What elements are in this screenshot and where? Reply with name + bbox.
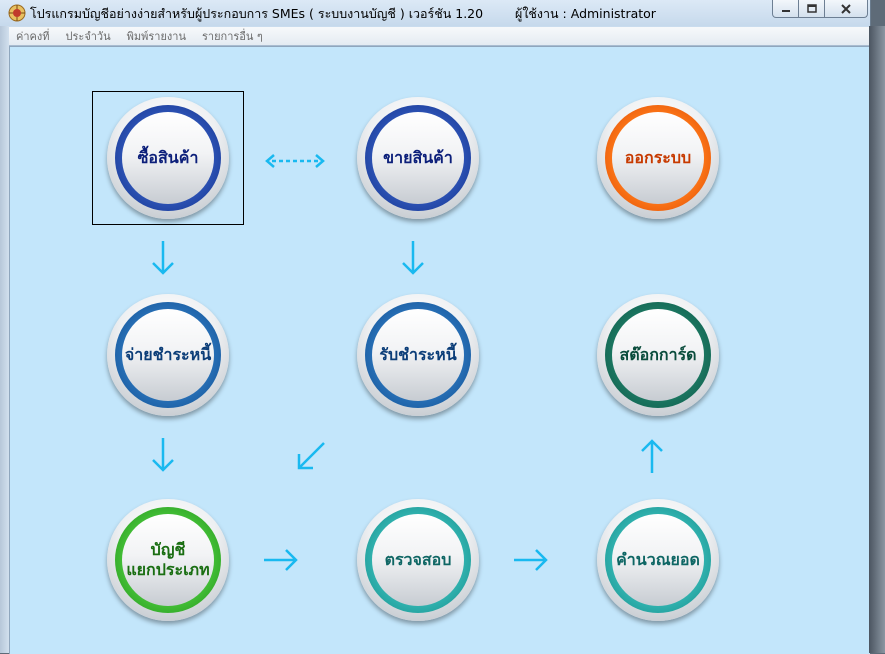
logout-button[interactable]: ออกระบบ: [597, 97, 719, 219]
main-panel: ซื้อสินค้า ขายสินค้า ออกระบบ จ่ายชำระหนี…: [9, 46, 870, 654]
window-title: โปรแกรมบัญชีอย่างง่ายสำหรับผู้ประกอบการ …: [30, 6, 484, 21]
down-arrow-icon: [152, 438, 174, 472]
maximize-button[interactable]: [798, 0, 825, 18]
sell-goods-label: ขายสินค้า: [383, 148, 453, 167]
buy-goods-button[interactable]: ซื้อสินค้า: [107, 97, 229, 219]
stock-card-button[interactable]: สต๊อกการ์ด: [597, 294, 719, 416]
verify-label: ตรวจสอบ: [384, 550, 452, 569]
general-ledger-button[interactable]: บัญชี แยกประเภท: [107, 499, 229, 621]
down-arrow-icon: [402, 241, 424, 275]
verify-button[interactable]: ตรวจสอบ: [357, 499, 479, 621]
receive-debt-button[interactable]: รับชำระหนี้: [357, 294, 479, 416]
menu-constants[interactable]: ค่าคงที่: [16, 27, 50, 45]
calculate-balance-label: คำนวณยอด: [616, 550, 700, 569]
desktop-background: [869, 26, 885, 653]
current-user: ผู้ใช้งาน : Administrator: [515, 6, 656, 21]
window-left-frame: [0, 26, 9, 653]
menu-daily[interactable]: ประจำวัน: [66, 27, 111, 45]
general-ledger-label-line1: บัญชี: [150, 540, 186, 559]
logout-label: ออกระบบ: [624, 148, 692, 167]
general-ledger-label-line2: แยกประเภท: [126, 560, 210, 579]
title-bar: โปรแกรมบัญชีอย่างง่ายสำหรับผู้ประกอบการ …: [0, 0, 870, 26]
menu-print-reports[interactable]: พิมพ์รายงาน: [127, 27, 186, 45]
app-window: โปรแกรมบัญชีอย่างง่ายสำหรับผู้ประกอบการ …: [0, 0, 871, 654]
down-arrow-icon: [152, 241, 174, 275]
pay-debt-label: จ่ายชำระหนี้: [124, 345, 212, 364]
right-arrow-icon: [514, 549, 548, 571]
maximize-icon: [806, 3, 817, 13]
menu-bar: ค่าคงที่ ประจำวัน พิมพ์รายงาน รายการอื่น…: [9, 27, 869, 46]
double-dotted-arrow-icon: [265, 154, 325, 168]
minimize-icon: [781, 9, 790, 12]
stock-card-label: สต๊อกการ์ด: [619, 345, 697, 364]
close-icon: [841, 3, 851, 14]
up-arrow-icon: [641, 439, 663, 473]
sell-goods-button[interactable]: ขายสินค้า: [357, 97, 479, 219]
diagonal-down-left-arrow-icon: [297, 442, 325, 470]
buy-goods-label: ซื้อสินค้า: [137, 148, 199, 167]
menu-other-items[interactable]: รายการอื่น ๆ: [202, 27, 263, 45]
close-button[interactable]: [824, 0, 868, 18]
calculate-balance-button[interactable]: คำนวณยอด: [597, 499, 719, 621]
right-arrow-icon: [264, 549, 298, 571]
minimize-button[interactable]: [772, 0, 799, 18]
receive-debt-label: รับชำระหนี้: [379, 345, 457, 364]
pay-debt-button[interactable]: จ่ายชำระหนี้: [107, 294, 229, 416]
app-logo-icon: [8, 4, 26, 22]
